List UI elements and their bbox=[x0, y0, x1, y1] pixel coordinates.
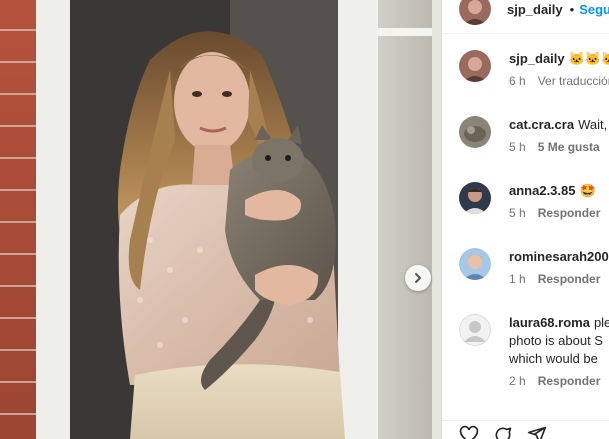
comment-likes[interactable]: 5 Me gusta bbox=[538, 140, 600, 154]
comment-time[interactable]: 2 h bbox=[509, 374, 526, 388]
post-header: sjp_daily • Seguir bbox=[442, 0, 609, 34]
comment-username[interactable]: cat.cra.cra bbox=[509, 117, 574, 132]
heart-icon[interactable] bbox=[459, 425, 479, 439]
commenter-avatar[interactable] bbox=[459, 116, 491, 148]
comment-text: ple bbox=[593, 315, 609, 330]
comment-username[interactable]: rominesarah200 bbox=[509, 249, 609, 264]
comment-text-line: photo is about S bbox=[509, 333, 603, 348]
comment-username[interactable]: sjp_daily bbox=[509, 51, 565, 66]
commenter-avatar[interactable] bbox=[459, 50, 491, 82]
post-action-bar bbox=[442, 420, 609, 439]
comment-text: 🤩 bbox=[579, 183, 596, 198]
comment-time[interactable]: 6 h bbox=[509, 74, 526, 88]
follow-button[interactable]: Seguir bbox=[579, 2, 609, 17]
commenter-avatar[interactable] bbox=[459, 248, 491, 280]
commenter-avatar[interactable] bbox=[459, 182, 491, 214]
next-photo-button[interactable] bbox=[405, 265, 431, 291]
comment-username[interactable]: anna2.3.85 bbox=[509, 183, 576, 198]
share-icon[interactable] bbox=[527, 425, 547, 439]
comment-time[interactable]: 1 h bbox=[509, 272, 526, 286]
comment-time[interactable]: 5 h bbox=[509, 140, 526, 154]
comments-panel: sjp_daily • Seguir sjp_daily🐱🐱🐱 6 hVer t… bbox=[441, 0, 609, 439]
reply-button[interactable]: Responder bbox=[538, 206, 601, 220]
author-avatar[interactable] bbox=[459, 0, 491, 25]
see-translation-button[interactable]: Ver traducción bbox=[538, 74, 609, 88]
comment-text: 🐱🐱🐱 bbox=[568, 51, 609, 66]
author-username[interactable]: sjp_daily bbox=[507, 2, 563, 17]
commenter-avatar[interactable] bbox=[459, 314, 491, 346]
comment-icon[interactable] bbox=[493, 425, 513, 439]
comment-username[interactable]: laura68.roma bbox=[509, 315, 590, 330]
comment-text: Wait, is that bbox=[578, 117, 609, 132]
header-separator: • bbox=[569, 2, 575, 17]
chevron-right-icon bbox=[415, 273, 421, 283]
comment-text-line: which would be bbox=[509, 351, 598, 366]
photo-image bbox=[0, 0, 441, 439]
reply-button[interactable]: Responder bbox=[538, 272, 601, 286]
reply-button[interactable]: Responder bbox=[538, 374, 601, 388]
comment-time[interactable]: 5 h bbox=[509, 206, 526, 220]
post-photo[interactable] bbox=[0, 0, 441, 439]
